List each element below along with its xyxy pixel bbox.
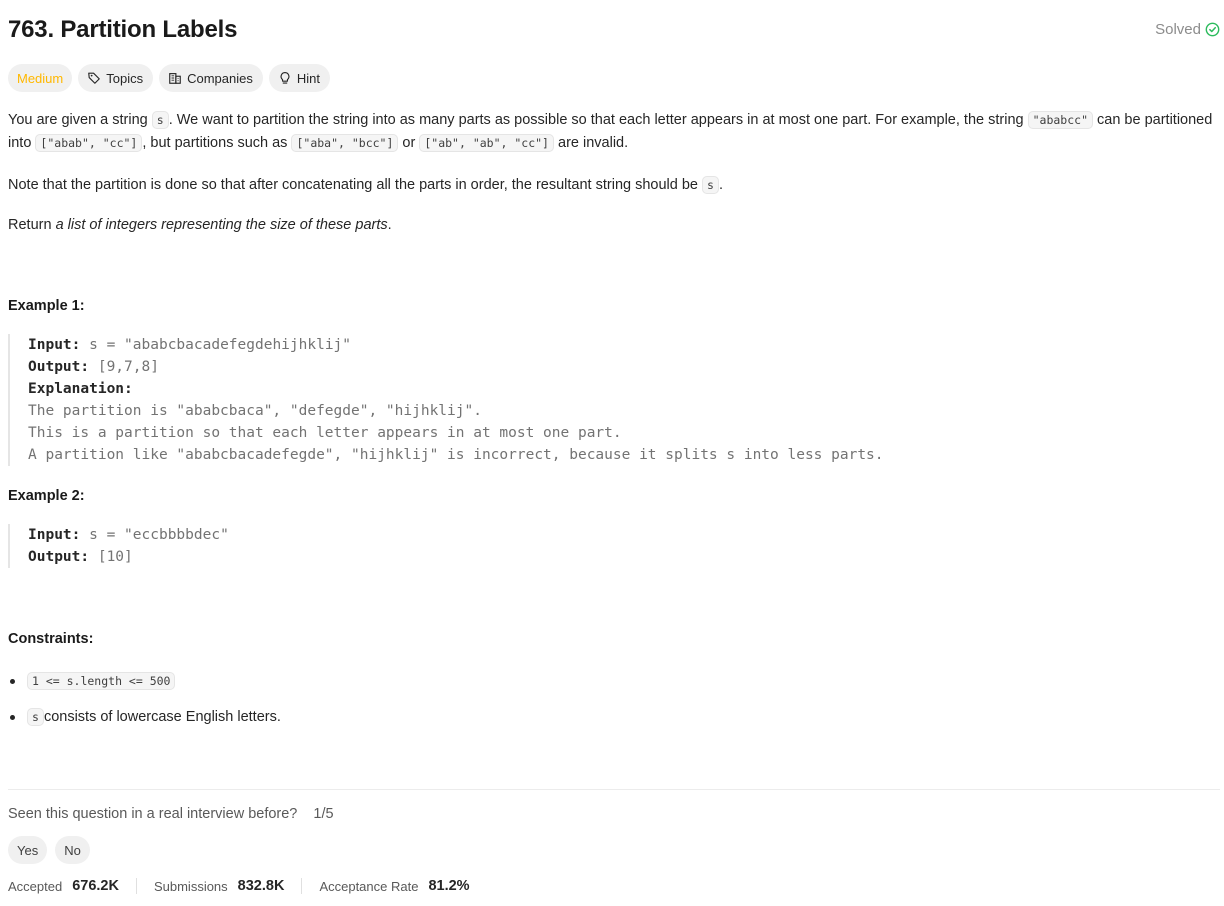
interview-count: 1/5 bbox=[313, 806, 334, 822]
topics-label: Topics bbox=[106, 70, 144, 86]
example-1-output-line: Output: [9,7,8] bbox=[28, 356, 884, 378]
inline-code: 1 <= s.length <= 500 bbox=[27, 672, 176, 690]
text-span: or bbox=[398, 135, 420, 151]
output-label: Output: bbox=[28, 549, 90, 565]
companies-button[interactable]: Companies bbox=[159, 64, 263, 92]
stat-label: Acceptance Rate bbox=[319, 878, 419, 894]
constraints-title: Constraints: bbox=[8, 631, 94, 647]
example-2-block: Input: s = "eccbbbbdec" Output: [10] bbox=[8, 524, 229, 568]
bullet-dot bbox=[10, 714, 15, 720]
stat-divider bbox=[135, 878, 137, 894]
no-button[interactable]: No bbox=[55, 836, 90, 864]
submissions-stat: Submissions 832.8K bbox=[154, 878, 284, 894]
example-1-input-line: Input: s = "ababcbacadefegdehijhklij" bbox=[28, 334, 884, 356]
description-paragraph-3: Return a list of integers representing t… bbox=[8, 214, 1220, 237]
text-span: . bbox=[387, 217, 392, 233]
input-label: Input: bbox=[28, 527, 81, 543]
example-1-explanation-line: Explanation: bbox=[28, 378, 884, 400]
text-span: , but partitions such as bbox=[142, 135, 292, 151]
text-span: . bbox=[718, 177, 723, 193]
example-1-title: Example 1: bbox=[8, 298, 85, 314]
inline-code: ["ab", "ab", "cc"] bbox=[419, 134, 554, 152]
stat-label: Accepted bbox=[8, 878, 63, 894]
output-label: Output: bbox=[28, 359, 90, 375]
hint-button[interactable]: Hint bbox=[268, 64, 330, 92]
stat-value: 832.8K bbox=[237, 878, 285, 894]
page-title: 763. Partition Labels bbox=[8, 16, 238, 43]
topics-button[interactable]: Topics bbox=[78, 64, 154, 92]
stat-label: Submissions bbox=[153, 878, 228, 894]
example-1-block: Input: s = "ababcbacadefegdehijhklij" Out… bbox=[8, 334, 884, 466]
interview-answer-group: Yes No bbox=[8, 836, 90, 864]
example-2-output-line: Output: [10] bbox=[28, 546, 229, 568]
solved-status: Solved bbox=[1155, 21, 1220, 38]
companies-label: Companies bbox=[187, 70, 253, 86]
accepted-stat: Accepted 676.2K bbox=[8, 878, 119, 894]
stat-value: 676.2K bbox=[72, 878, 119, 894]
inline-code: ["abab", "cc"] bbox=[35, 134, 143, 152]
stats-bar: Accepted 676.2K Submissions 832.8K Accep… bbox=[8, 878, 470, 894]
interview-question: Seen this question in a real interview b… bbox=[8, 806, 334, 822]
tag-bar: Medium Topics Companies Hint bbox=[8, 64, 330, 92]
text-span: consists of lowercase English letters. bbox=[43, 709, 281, 725]
list-item: 1 <= s.length <= 500 bbox=[8, 669, 608, 693]
inline-code: ["aba", "bcc"] bbox=[291, 134, 399, 152]
inline-code: s bbox=[702, 176, 719, 194]
output-value: [10] bbox=[89, 549, 133, 565]
acceptance-rate-stat: Acceptance Rate 81.2% bbox=[319, 878, 469, 894]
yes-button[interactable]: Yes bbox=[8, 836, 48, 864]
tag-icon bbox=[88, 72, 101, 84]
explanation-text: A partition like "ababcbacadefegde", "hi… bbox=[28, 447, 884, 463]
inline-code: s bbox=[151, 111, 169, 129]
output-value: [9,7,8] bbox=[89, 359, 159, 375]
difficulty-badge[interactable]: Medium bbox=[8, 64, 73, 92]
interview-question-label: Seen this question in a real interview b… bbox=[8, 806, 298, 822]
input-value: s = "eccbbbbdec" bbox=[80, 527, 229, 543]
building-icon bbox=[169, 73, 181, 84]
text-span: . We want to partition the string into a… bbox=[168, 112, 1028, 128]
explanation-text: The partition is "ababcbaca", "defegde",… bbox=[28, 403, 482, 419]
lightbulb-icon bbox=[280, 72, 290, 84]
solved-label: Solved bbox=[1155, 21, 1201, 38]
text-span: You are given a string bbox=[8, 112, 152, 128]
explanation-label: Explanation: bbox=[28, 381, 133, 397]
input-value: s = "ababcbacadefegdehijhklij" bbox=[80, 337, 352, 353]
explanation-text: This is a partition so that each letter … bbox=[28, 425, 622, 441]
hint-label: Hint bbox=[296, 70, 320, 86]
check-circle-icon bbox=[1205, 22, 1220, 37]
text-span: Note that the partition is done so that … bbox=[8, 177, 703, 193]
divider bbox=[8, 789, 1220, 790]
example-2-title: Example 2: bbox=[8, 488, 85, 504]
inline-code: "ababcc" bbox=[1027, 111, 1093, 129]
example-2-input-line: Input: s = "eccbbbbdec" bbox=[28, 524, 229, 546]
inline-code: s bbox=[27, 708, 44, 726]
list-item: s consists of lowercase English letters. bbox=[8, 705, 608, 729]
stat-divider bbox=[301, 878, 303, 894]
stat-value: 81.2% bbox=[428, 878, 470, 894]
text-span: are invalid. bbox=[553, 135, 629, 151]
description-paragraph-2: Note that the partition is done so that … bbox=[8, 174, 1220, 197]
input-label: Input: bbox=[28, 337, 81, 353]
description-paragraph-1: You are given a string s. We want to par… bbox=[8, 109, 1220, 155]
text-span: Return bbox=[8, 217, 56, 233]
constraints-list: 1 <= s.length <= 500 s consists of lower… bbox=[8, 669, 608, 741]
emphasis-text: a list of integers representing the size… bbox=[55, 217, 388, 233]
title-row: 763. Partition Labels Solved bbox=[8, 14, 1220, 48]
bullet-dot bbox=[10, 678, 15, 684]
